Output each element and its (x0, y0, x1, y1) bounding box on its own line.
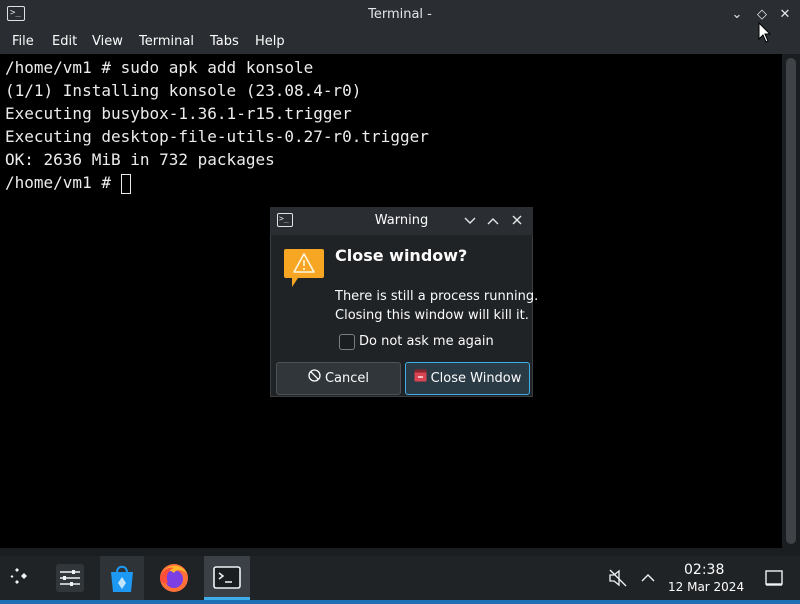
scrollbar-thumb[interactable] (786, 58, 796, 544)
menu-terminal[interactable]: Terminal (139, 30, 194, 54)
menu-tabs[interactable]: Tabs (210, 30, 239, 54)
terminal-line: OK: 2636 MiB in 732 packages (5, 150, 275, 169)
show-desktop-icon[interactable] (763, 567, 785, 589)
menu-view[interactable]: View (92, 30, 123, 54)
warning-icon (283, 248, 325, 288)
chevron-up-icon[interactable] (636, 566, 660, 590)
terminal-line: (1/1) Installing konsole (23.08.4-r0) (5, 81, 362, 100)
menu-edit[interactable]: Edit (52, 30, 77, 54)
dialog-maximize-icon[interactable] (484, 211, 502, 231)
dialog-minimize-icon[interactable] (461, 211, 479, 231)
dont-ask-again-label[interactable]: Do not ask me again (359, 334, 494, 349)
dialog-message: Closing this window will kill it. (335, 308, 529, 323)
cancel-button[interactable]: Cancel (276, 362, 401, 395)
minimize-icon[interactable]: ⌄ (727, 5, 747, 25)
terminal-line: Executing desktop-file-utils-0.27-r0.tri… (5, 127, 429, 146)
application-launcher-icon[interactable] (0, 556, 44, 600)
clock-time[interactable]: 02:38 (684, 562, 724, 578)
close-window-label: Close Window (430, 371, 522, 386)
cancel-icon (308, 363, 321, 394)
terminal-task-icon[interactable] (204, 556, 250, 600)
clock-date[interactable]: 12 Mar 2024 (668, 580, 744, 594)
volume-muted-icon[interactable] (606, 566, 630, 590)
cancel-label: Cancel (324, 371, 370, 386)
dialog-heading: Close window? (335, 246, 468, 265)
dialog-message: There is still a process running. (335, 289, 539, 304)
mouse-pointer-icon (758, 21, 772, 44)
dont-ask-again-checkbox[interactable] (339, 334, 355, 350)
firefox-icon[interactable] (152, 556, 196, 600)
settings-icon[interactable] (48, 556, 92, 600)
menu-file[interactable]: File (12, 30, 34, 54)
dialog-close-icon[interactable] (508, 211, 526, 231)
discover-store-icon[interactable] (100, 556, 144, 600)
text-cursor (120, 173, 131, 194)
close-window-button[interactable]: Close Window (405, 362, 530, 395)
window-bottom-edge (0, 548, 800, 556)
close-window-icon (414, 363, 427, 394)
terminal-prompt-line: /home/vm1 # (5, 171, 782, 194)
close-icon[interactable]: ✕ (775, 5, 795, 25)
terminal-line: Executing busybox-1.36.1-r15.trigger (5, 104, 352, 123)
menu-help[interactable]: Help (255, 30, 285, 54)
terminal-prompt: /home/vm1 # (5, 173, 121, 192)
window-title: Terminal - (368, 7, 432, 22)
terminal-line: /home/vm1 # sudo apk add konsole (5, 58, 314, 77)
